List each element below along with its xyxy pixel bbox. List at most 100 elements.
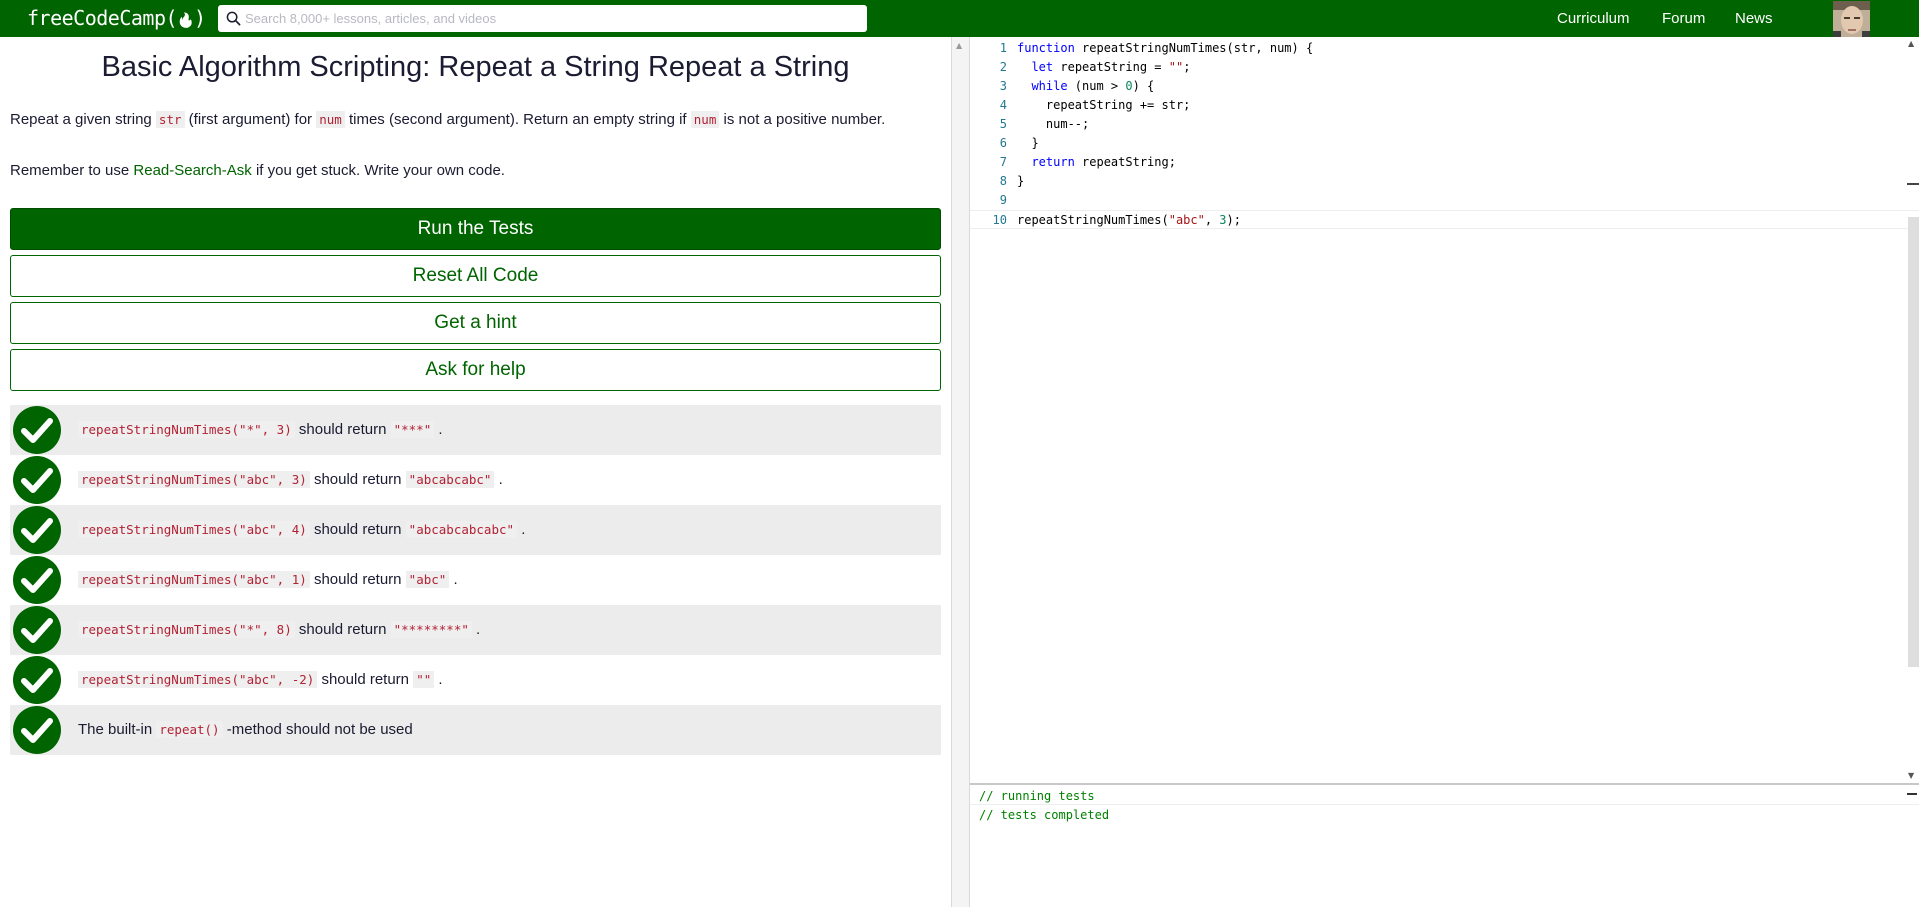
get-hint-button[interactable]: Get a hint	[10, 302, 941, 344]
collapse-up-icon[interactable]: ▲	[956, 41, 962, 50]
scroll-down-icon[interactable]: ▼	[1908, 771, 1914, 780]
output-scroll-marker	[1907, 793, 1917, 795]
ask-for-help-button[interactable]: Ask for help	[10, 349, 941, 391]
reset-code-button[interactable]: Reset All Code	[10, 255, 941, 297]
code-text: num--;	[1017, 117, 1090, 131]
test-expected: "********"	[390, 621, 472, 638]
code-text: }	[1017, 136, 1039, 150]
test-code: repeatStringNumTimes("abc", 1)	[78, 571, 310, 588]
test-text: repeatStringNumTimes("abc", -2) should r…	[78, 655, 443, 705]
description-text: is not a positive number.	[719, 111, 886, 128]
test-code: repeatStringNumTimes("*", 8)	[78, 621, 295, 638]
logo-text: freeCodeCamp(	[27, 6, 178, 30]
scroll-up-icon[interactable]: ▲	[1908, 39, 1914, 48]
test-label: The built-in	[78, 721, 157, 738]
code-text: let repeatString = "";	[1031, 60, 1191, 74]
code-text: return repeatString;	[1031, 155, 1176, 169]
check-icon	[13, 506, 61, 554]
test-expected: "abc"	[405, 571, 450, 588]
line-number: 9	[999, 193, 1007, 207]
test-label: should return	[294, 621, 391, 638]
line-number: 5	[999, 117, 1007, 131]
code-line[interactable]: 9	[970, 191, 1919, 210]
freecodecamp-logo[interactable]: freeCodeCamp(🔥)	[27, 5, 206, 34]
search-input[interactable]	[243, 5, 860, 32]
description-text: (first argument) for	[184, 111, 317, 128]
test-label: .	[471, 621, 481, 638]
test-expected: "***"	[390, 421, 435, 438]
test-row: repeatStringNumTimes("abc", 3) should re…	[10, 455, 941, 505]
test-label: should return	[309, 521, 406, 538]
reminder-text: if you get stuck. Write your own code.	[251, 162, 505, 179]
scroll-position-marker	[1907, 183, 1919, 185]
challenge-pane: Basic Algorithm Scripting: Repeat a Stri…	[0, 37, 951, 907]
code-line[interactable]: 10 repeatStringNumTimes("abc", 3);	[970, 210, 1919, 229]
test-label: .	[517, 521, 526, 538]
test-text: repeatStringNumTimes("*", 8) should retu…	[78, 605, 480, 655]
test-expected: ""	[413, 671, 435, 688]
check-icon	[13, 656, 61, 704]
test-label: .	[434, 421, 443, 438]
run-tests-button[interactable]: Run the Tests	[10, 208, 941, 250]
user-avatar[interactable]	[1833, 1, 1870, 37]
line-number: 10	[992, 213, 1007, 227]
check-icon	[13, 606, 61, 654]
code-editor[interactable]: 1 function repeatStringNumTimes(str, num)…	[970, 37, 1919, 783]
code-line[interactable]: 5 num--;	[970, 115, 1919, 134]
nav-link-curriculum[interactable]: Curriculum	[1557, 10, 1630, 28]
code-line[interactable]: 4 repeatString += str;	[970, 96, 1919, 115]
code-text: repeatString += str;	[1017, 98, 1191, 112]
code-line[interactable]: 2 let repeatString = "";	[970, 58, 1919, 77]
nav-link-news[interactable]: News	[1735, 10, 1773, 28]
test-row: repeatStringNumTimes("*", 3) should retu…	[10, 405, 941, 455]
line-number: 1	[999, 41, 1007, 55]
test-label: -method should not be used	[222, 721, 413, 738]
code-line[interactable]: 6 }	[970, 134, 1919, 153]
flame-icon: 🔥	[177, 13, 194, 29]
code-num: num	[316, 111, 345, 128]
challenge-description: Repeat a given string str (first argumen…	[10, 110, 885, 130]
pane-resizer[interactable]: ▲	[951, 37, 970, 907]
code-line[interactable]: 7 return repeatString;	[970, 153, 1919, 172]
nav-link-forum[interactable]: Forum	[1662, 10, 1705, 28]
logo-close: )	[193, 6, 206, 30]
check-icon	[13, 406, 61, 454]
search-bar[interactable]	[218, 5, 867, 32]
output-line: // tests completed	[979, 808, 1110, 822]
test-label: should return	[309, 471, 406, 488]
search-icon	[226, 11, 241, 26]
code-line[interactable]: 8}	[970, 172, 1919, 191]
test-code: repeat()	[156, 721, 223, 738]
test-label: should return	[294, 421, 391, 438]
code-text: function repeatStringNumTimes(str, num) …	[1017, 41, 1314, 55]
scrollbar-thumb[interactable]	[1908, 217, 1919, 667]
check-icon	[13, 556, 61, 604]
test-expected: "abcabcabc"	[405, 471, 495, 488]
line-number: 6	[999, 136, 1007, 150]
output-divider	[970, 804, 1919, 805]
challenge-reminder: Remember to use Read-Search-Ask if you g…	[10, 161, 505, 181]
test-label: should return	[309, 571, 406, 588]
test-suite: repeatStringNumTimes("*", 3) should retu…	[10, 405, 941, 755]
line-number: 2	[999, 60, 1007, 74]
test-text: The built-in repeat() -method should not…	[78, 705, 413, 755]
test-text: repeatStringNumTimes("abc", 1) should re…	[78, 555, 458, 605]
console-output[interactable]: // running tests // tests completed	[970, 783, 1919, 907]
code-text: while (num > 0) {	[1031, 79, 1155, 93]
navbar: freeCodeCamp(🔥) Curriculum Forum News	[0, 0, 1919, 37]
code-line[interactable]: 1 function repeatStringNumTimes(str, num)…	[970, 39, 1919, 58]
test-row: repeatStringNumTimes("abc", -2) should r…	[10, 655, 941, 705]
check-icon	[13, 456, 61, 504]
code-text: repeatStringNumTimes("abc", 3);	[1017, 213, 1241, 227]
read-search-ask-link[interactable]: Read-Search-Ask	[133, 162, 251, 179]
editor-scrollbar[interactable]: ▲ ▼	[1907, 37, 1919, 783]
code-text: }	[1017, 174, 1025, 188]
code-line[interactable]: 3 while (num > 0) {	[970, 77, 1919, 96]
line-number: 3	[999, 79, 1007, 93]
avatar-image	[1833, 1, 1870, 37]
test-code: repeatStringNumTimes("abc", 3)	[78, 471, 310, 488]
test-row: repeatStringNumTimes("*", 8) should retu…	[10, 605, 941, 655]
test-row: The built-in repeat() -method should not…	[10, 705, 941, 755]
test-text: repeatStringNumTimes("abc", 3) should re…	[78, 455, 503, 505]
challenge-title: Basic Algorithm Scripting: Repeat a Stri…	[101, 51, 850, 83]
